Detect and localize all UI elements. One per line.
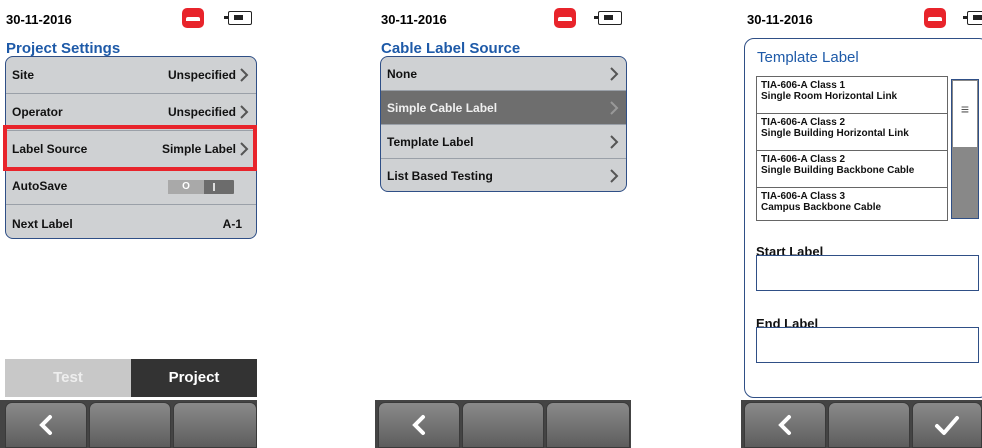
phone-hangup-icon[interactable] (554, 8, 576, 28)
chevron-left-icon (39, 415, 52, 435)
template-line2: Single Room Horizontal Link (761, 91, 898, 102)
label-source-list: None Simple Cable Label Template Label L… (380, 56, 627, 192)
template-item[interactable]: TIA-606-A Class 2 Single Building Horizo… (757, 114, 947, 151)
template-line1: TIA-606-A Class 2 (761, 117, 846, 128)
project-settings-screen: 30-11-2016 Project Settings Site Unspeci… (0, 0, 257, 448)
chevron-right-icon (610, 101, 619, 115)
chevron-right-icon (240, 68, 249, 82)
date-label: 30-11-2016 (747, 12, 813, 27)
chevron-right-icon (610, 169, 619, 183)
cable-label-source-screen: 30-11-2016 Cable Label Source None Simpl… (375, 0, 631, 448)
softkey-2-button[interactable] (89, 402, 171, 448)
row-value: Unspecified (167, 68, 236, 82)
date-label: 30-11-2016 (381, 12, 447, 27)
row-value: A-1 (222, 216, 242, 231)
status-bar: 30-11-2016 (741, 0, 982, 36)
softkey-3-button[interactable] (546, 402, 630, 448)
settings-row-next-label[interactable]: Next Label A-1 (6, 205, 256, 238)
template-list: TIA-606-A Class 1 Single Room Horizontal… (756, 76, 948, 221)
option-list-based-testing[interactable]: List Based Testing (381, 159, 626, 191)
toggle-divider (213, 183, 215, 191)
status-bar: 30-11-2016 (0, 0, 257, 36)
page-title: Cable Label Source (381, 40, 521, 57)
back-button[interactable] (378, 402, 460, 448)
row-label: AutoSave (12, 179, 68, 193)
template-item[interactable]: TIA-606-A Class 1 Single Room Horizontal… (757, 77, 947, 114)
template-item[interactable]: TIA-606-A Class 2 Single Building Backbo… (757, 151, 947, 188)
checkmark-icon (935, 416, 959, 435)
end-label-input[interactable] (756, 327, 979, 363)
template-label-screen: 30-11-2016 Template Label TIA-606-A Clas… (741, 0, 982, 448)
softkey-bar (0, 400, 257, 448)
template-line1: TIA-606-A Class 2 (761, 154, 846, 165)
chevron-left-icon (778, 415, 791, 435)
option-simple-cable-label[interactable]: Simple Cable Label (381, 91, 626, 125)
softkey-bar (375, 400, 631, 448)
battery-icon (224, 11, 252, 25)
scrollbar-thumb[interactable] (953, 81, 977, 148)
option-template-label[interactable]: Template Label (381, 125, 626, 159)
option-label: None (387, 66, 417, 81)
template-line1: TIA-606-A Class 3 (761, 191, 846, 202)
phone-hangup-icon[interactable] (182, 8, 204, 28)
softkey-2-button[interactable] (828, 402, 910, 448)
template-line2: Single Building Backbone Cable (761, 165, 915, 176)
date-label: 30-11-2016 (6, 12, 72, 27)
template-item[interactable]: TIA-606-A Class 3 Campus Backbone Cable (757, 188, 947, 220)
label-source-highlight (3, 125, 257, 171)
autosave-toggle[interactable]: O (168, 180, 234, 194)
tab-bar: Test Project (5, 359, 257, 397)
phone-hangup-icon[interactable] (924, 8, 946, 28)
start-label-input[interactable] (756, 255, 979, 291)
battery-icon (963, 11, 982, 25)
row-label: Next Label (12, 216, 73, 231)
status-bar: 30-11-2016 (375, 0, 631, 36)
template-line2: Single Building Horizontal Link (761, 128, 909, 139)
chevron-left-icon (412, 415, 425, 435)
battery-icon (594, 11, 622, 25)
option-label: Simple Cable Label (387, 100, 498, 115)
row-label: Site (12, 68, 35, 82)
tab-project[interactable]: Project (131, 359, 257, 397)
template-line2: Campus Backbone Cable (761, 202, 882, 213)
page-title: Project Settings (6, 40, 121, 57)
option-label: List Based Testing (387, 169, 493, 183)
option-none[interactable]: None (381, 57, 626, 91)
back-button[interactable] (5, 402, 87, 448)
template-line1: TIA-606-A Class 1 (761, 80, 846, 91)
option-label: Template Label (387, 134, 474, 149)
settings-row-autosave: AutoSave O (6, 168, 256, 205)
template-label-panel: Template Label TIA-606-A Class 1 Single … (744, 38, 982, 398)
template-scrollbar[interactable] (951, 79, 979, 219)
softkey-bar (741, 400, 982, 448)
chevron-right-icon (610, 135, 619, 149)
panel-title: Template Label (757, 49, 859, 66)
chevron-right-icon (610, 67, 619, 81)
softkey-3-button[interactable] (173, 402, 257, 448)
tab-test[interactable]: Test (5, 359, 131, 397)
softkey-2-button[interactable] (462, 402, 544, 448)
row-label: Operator (12, 105, 63, 119)
confirm-button[interactable] (912, 402, 982, 448)
back-button[interactable] (744, 402, 826, 448)
chevron-right-icon (240, 105, 249, 119)
settings-row-site[interactable]: Site Unspecified (6, 57, 256, 94)
row-value: Unspecified (167, 105, 236, 119)
toggle-text: O (168, 180, 204, 194)
